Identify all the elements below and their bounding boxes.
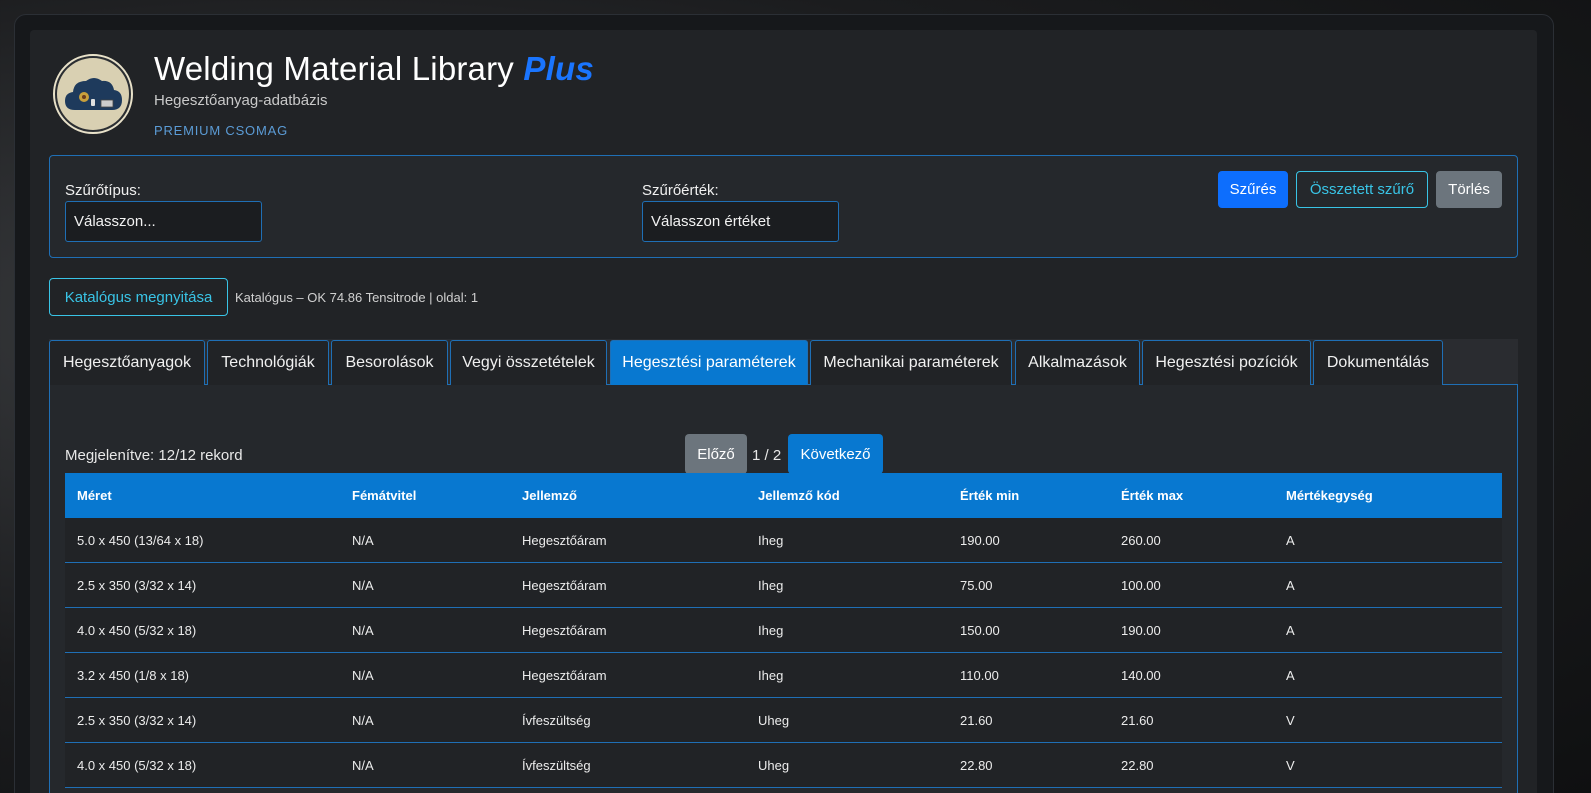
filter-value-select[interactable]: Válasszon értéket xyxy=(642,201,839,242)
cell-transfer: N/A xyxy=(352,532,374,548)
tab-alkalmazasok[interactable]: Alkalmazások xyxy=(1015,340,1140,385)
cell-property-code: Iheg xyxy=(758,667,784,683)
app-panel: Welding Material Library Plus Hegesztőan… xyxy=(30,30,1537,793)
table-row[interactable]: 4.0 x 450 (5/32 x 18) N/A Ívfeszültség U… xyxy=(65,743,1502,788)
tabs-bar: Hegesztőanyagok Technológiák Besorolások… xyxy=(49,339,1518,385)
cell-size: 5.0 x 450 (13/64 x 18) xyxy=(77,532,204,548)
cell-value-min: 150.00 xyxy=(960,622,1000,638)
cell-value-min: 190.00 xyxy=(960,532,1000,548)
cell-transfer: N/A xyxy=(352,577,374,593)
cell-size: 3.2 x 450 (1/8 x 18) xyxy=(77,667,190,683)
filter-button[interactable]: Szűrés xyxy=(1218,171,1288,208)
tab-hegesztesi-parameterek[interactable]: Hegesztési paraméterek xyxy=(610,340,808,385)
tab-mechanikai-parameterek[interactable]: Mechanikai paraméterek xyxy=(810,340,1012,385)
cell-unit: A xyxy=(1286,622,1295,638)
app-subtitle: Hegesztőanyag-adatbázis xyxy=(154,92,328,109)
catalog-info: Katalógus – OK 74.86 Tensitrode | oldal:… xyxy=(235,290,479,305)
tab-hegesztesi-poziciok[interactable]: Hegesztési pozíciók xyxy=(1142,340,1311,385)
tab-dokumentalas[interactable]: Dokumentálás xyxy=(1313,340,1443,385)
column-header[interactable]: Érték min xyxy=(960,488,1121,503)
app-title-plus: Plus xyxy=(523,50,594,87)
cloud-database-icon xyxy=(57,58,129,130)
cell-property-code: Iheg xyxy=(758,622,784,638)
cell-value-min: 22.80 xyxy=(960,757,993,773)
cell-unit: V xyxy=(1286,712,1295,728)
cell-property: Ívfeszültség xyxy=(522,712,591,728)
tab-besorolasok[interactable]: Besorolások xyxy=(331,340,448,385)
column-header[interactable]: Jellemző kód xyxy=(758,488,960,503)
tab-content: Megjelenítve: 12/12 rekord Előző 1 / 2 K… xyxy=(49,385,1518,793)
filter-type-select[interactable]: Válasszon... xyxy=(65,201,262,242)
cell-value-min: 110.00 xyxy=(960,667,999,683)
table-row[interactable]: 5.0 x 450 (13/64 x 18) N/A Hegesztőáram … xyxy=(65,518,1502,563)
cell-transfer: N/A xyxy=(352,667,374,683)
table-row[interactable]: 2.5 x 350 (3/32 x 14) N/A Ívfeszültség U… xyxy=(65,698,1502,743)
cell-value-min: 21.60 xyxy=(960,712,993,728)
app-title: Welding Material Library Plus xyxy=(154,50,594,88)
cell-value-max: 140.00 xyxy=(1121,667,1161,683)
cell-value-max: 260.00 xyxy=(1121,532,1161,548)
clear-button[interactable]: Törlés xyxy=(1436,171,1502,208)
cell-value-max: 21.60 xyxy=(1121,712,1154,728)
cell-transfer: N/A xyxy=(352,712,374,728)
column-header[interactable]: Érték max xyxy=(1121,488,1286,503)
record-count: Megjelenítve: 12/12 rekord xyxy=(65,447,243,464)
cell-value-max: 22.80 xyxy=(1121,757,1154,773)
column-header[interactable]: Mértékegység xyxy=(1286,488,1502,503)
next-page-button[interactable]: Következő xyxy=(788,434,883,474)
column-header[interactable]: Jellemző xyxy=(522,488,758,503)
parameters-table: Méret Fémátvitel Jellemző Jellemző kód É… xyxy=(65,473,1502,788)
page-indicator: 1 / 2 xyxy=(752,447,782,464)
cell-property: Hegesztőáram xyxy=(522,622,607,638)
tab-vegyi-osszetetelek[interactable]: Vegyi összetételek xyxy=(450,340,607,385)
app-title-main: Welding Material Library xyxy=(154,50,515,87)
cell-transfer: N/A xyxy=(352,622,374,638)
cell-property-code: Uheg xyxy=(758,712,790,728)
cell-size: 4.0 x 450 (5/32 x 18) xyxy=(77,757,197,773)
tab-technologiak[interactable]: Technológiák xyxy=(207,340,329,385)
table-row[interactable]: 3.2 x 450 (1/8 x 18) N/A Hegesztőáram Ih… xyxy=(65,653,1502,698)
cell-value-max: 100.00 xyxy=(1121,577,1161,593)
cell-property-code: Uheg xyxy=(758,757,790,773)
package-label: PREMIUM CSOMAG xyxy=(154,123,288,138)
cell-transfer: N/A xyxy=(352,757,374,773)
prev-page-button[interactable]: Előző xyxy=(685,434,747,474)
cell-property: Hegesztőáram xyxy=(522,532,607,548)
cell-size: 2.5 x 350 (3/32 x 14) xyxy=(77,712,197,728)
open-catalog-button[interactable]: Katalógus megnyitása xyxy=(49,278,228,316)
cell-unit: V xyxy=(1286,757,1295,773)
cell-property-code: Iheg xyxy=(758,532,784,548)
cell-unit: A xyxy=(1286,667,1295,683)
filter-panel: Szűrőtípus: Válasszon... Szűrőérték: Vál… xyxy=(49,155,1518,258)
table-row[interactable]: 2.5 x 350 (3/32 x 14) N/A Hegesztőáram I… xyxy=(65,563,1502,608)
cell-property: Ívfeszültség xyxy=(522,757,591,773)
column-header[interactable]: Fémátvitel xyxy=(352,488,522,503)
cell-size: 2.5 x 350 (3/32 x 14) xyxy=(77,577,197,593)
cell-unit: A xyxy=(1286,577,1295,593)
cell-size: 4.0 x 450 (5/32 x 18) xyxy=(77,622,197,638)
table-row[interactable]: 4.0 x 450 (5/32 x 18) N/A Hegesztőáram I… xyxy=(65,608,1502,653)
app-logo xyxy=(53,54,133,134)
cell-property: Hegesztőáram xyxy=(522,667,607,683)
table-header: Méret Fémátvitel Jellemző Jellemző kód É… xyxy=(65,473,1502,518)
cell-unit: A xyxy=(1286,532,1295,548)
column-header[interactable]: Méret xyxy=(65,488,352,503)
cell-value-max: 190.00 xyxy=(1121,622,1161,638)
cell-property-code: Iheg xyxy=(758,577,784,593)
cell-value-min: 75.00 xyxy=(960,577,993,593)
compound-filter-button[interactable]: Összetett szűrő xyxy=(1296,171,1428,208)
cell-property: Hegesztőáram xyxy=(522,577,607,593)
tab-hegesztoanyagok[interactable]: Hegesztőanyagok xyxy=(49,340,205,385)
filter-type-label: Szűrőtípus: xyxy=(65,182,141,199)
filter-value-label: Szűrőérték: xyxy=(642,182,719,199)
